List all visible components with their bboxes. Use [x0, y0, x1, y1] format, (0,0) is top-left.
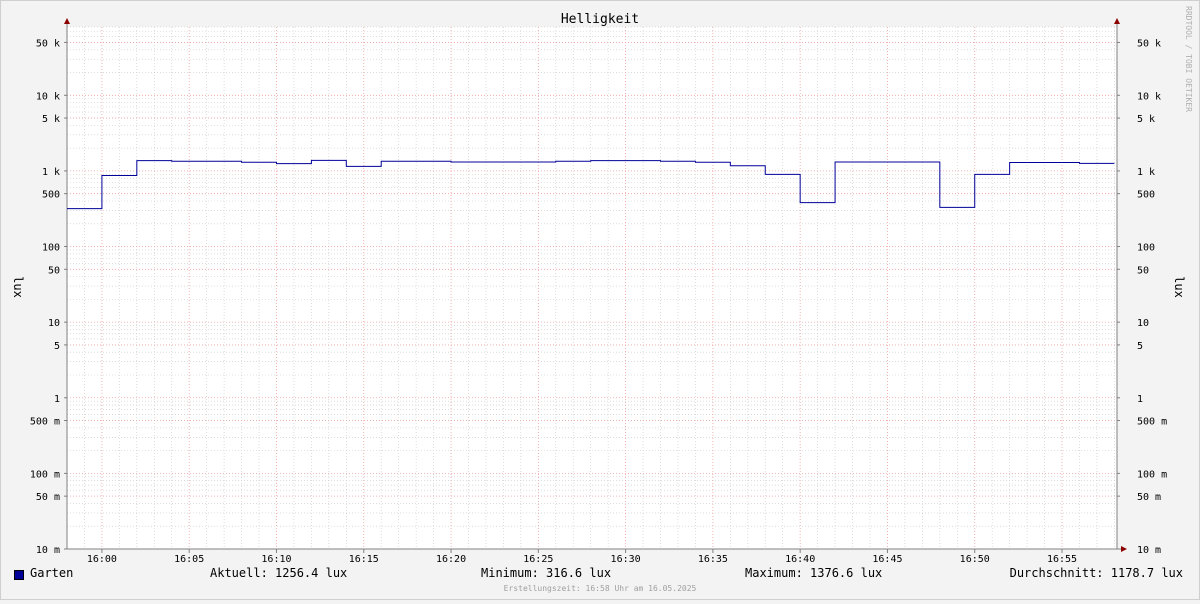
y-tick-label-left: 50 k	[36, 38, 60, 49]
y-tick-label-left: 1 k	[42, 167, 60, 178]
y-tick-label-left: 50 m	[36, 492, 60, 503]
brightness-chart: Helligkeit lux lux 16:00 16:05 16:10 16:15 1…	[0, 0, 1200, 600]
creation-time-footer: Erstellungszeit: 16:58 Uhr am 16.05.2025	[503, 584, 697, 593]
x-tick-label: 16:10	[261, 554, 291, 565]
y-axis-arrow-right	[1114, 18, 1120, 24]
x-tick-label: 16:35	[698, 554, 728, 565]
legend-current: Aktuell: 1256.4 lux	[210, 566, 348, 580]
y-tick-label-right: 500 m	[1137, 417, 1167, 428]
legend-average: Durchschnitt: 1178.7 lux	[1009, 566, 1183, 580]
y-tick-label-right: 50 m	[1137, 492, 1161, 503]
y-tick-label-right: 1	[1137, 394, 1143, 405]
y-tick-label-right: 10	[1137, 318, 1149, 329]
y-tick-label-right: 50 k	[1137, 38, 1161, 49]
x-tick-label: 16:30	[611, 554, 641, 565]
y-tick-label-right: 10 m	[1137, 545, 1161, 556]
y-tick-label-right: 5	[1137, 341, 1143, 352]
x-tick-label: 16:55	[1047, 554, 1077, 565]
y-tick-label-right: 10 k	[1137, 91, 1161, 102]
chart-title: Helligkeit	[561, 12, 639, 27]
x-tick-label: 16:40	[785, 554, 815, 565]
rrdtool-watermark: RRDTOOL / TOBI OETIKER	[1184, 6, 1193, 112]
y-tick-label-right: 100	[1137, 243, 1155, 254]
y-tick-label-left: 100	[42, 243, 60, 254]
y-tick-label-right: 500	[1137, 190, 1155, 201]
y-tick-label-left: 5 k	[42, 114, 60, 125]
legend-swatch-garten	[14, 570, 24, 580]
y-tick-label-left: 500	[42, 190, 60, 201]
y-tick-label-right: 5 k	[1137, 114, 1155, 125]
x-axis-arrow	[1121, 546, 1127, 552]
legend-maximum: Maximum: 1376.6 lux	[745, 566, 883, 580]
y-tick-label-left: 10 m	[36, 545, 60, 556]
x-tick-label: 16:15	[349, 554, 379, 565]
y-tick-label-left: 10	[48, 318, 60, 329]
y-tick-label-left: 5	[54, 341, 60, 352]
y-axis-arrow-left	[64, 18, 70, 24]
y-tick-label-left: 50	[48, 265, 60, 276]
x-tick-label: 16:00	[87, 554, 117, 565]
y-tick-label-right: 1 k	[1137, 167, 1155, 178]
y-axis-label-right: lux	[1172, 276, 1186, 298]
legend-bar: Garten Aktuell: 1256.4 lux Minimum: 316.…	[0, 566, 1200, 584]
x-tick-label: 16:50	[960, 554, 990, 565]
y-tick-label-right: 50	[1137, 265, 1149, 276]
y-tick-label-right: 100 m	[1137, 469, 1167, 480]
x-tick-label: 16:20	[436, 554, 466, 565]
y-axis-label-left: lux	[11, 276, 25, 298]
legend-minimum: Minimum: 316.6 lux	[481, 566, 612, 580]
plot-area	[67, 27, 1117, 549]
y-tick-label-left: 100 m	[30, 469, 60, 480]
y-tick-label-left: 10 k	[36, 91, 60, 102]
y-tick-label-left: 500 m	[30, 417, 60, 428]
x-tick-label: 16:25	[523, 554, 553, 565]
x-tick-label: 16:05	[174, 554, 204, 565]
x-tick-label: 16:45	[872, 554, 902, 565]
y-tick-label-left: 1	[54, 394, 60, 405]
chart-window: Helligkeit lux lux 16:00 16:05 16:10 16:15 1…	[0, 0, 1200, 600]
legend-series-name: Garten	[30, 566, 74, 580]
